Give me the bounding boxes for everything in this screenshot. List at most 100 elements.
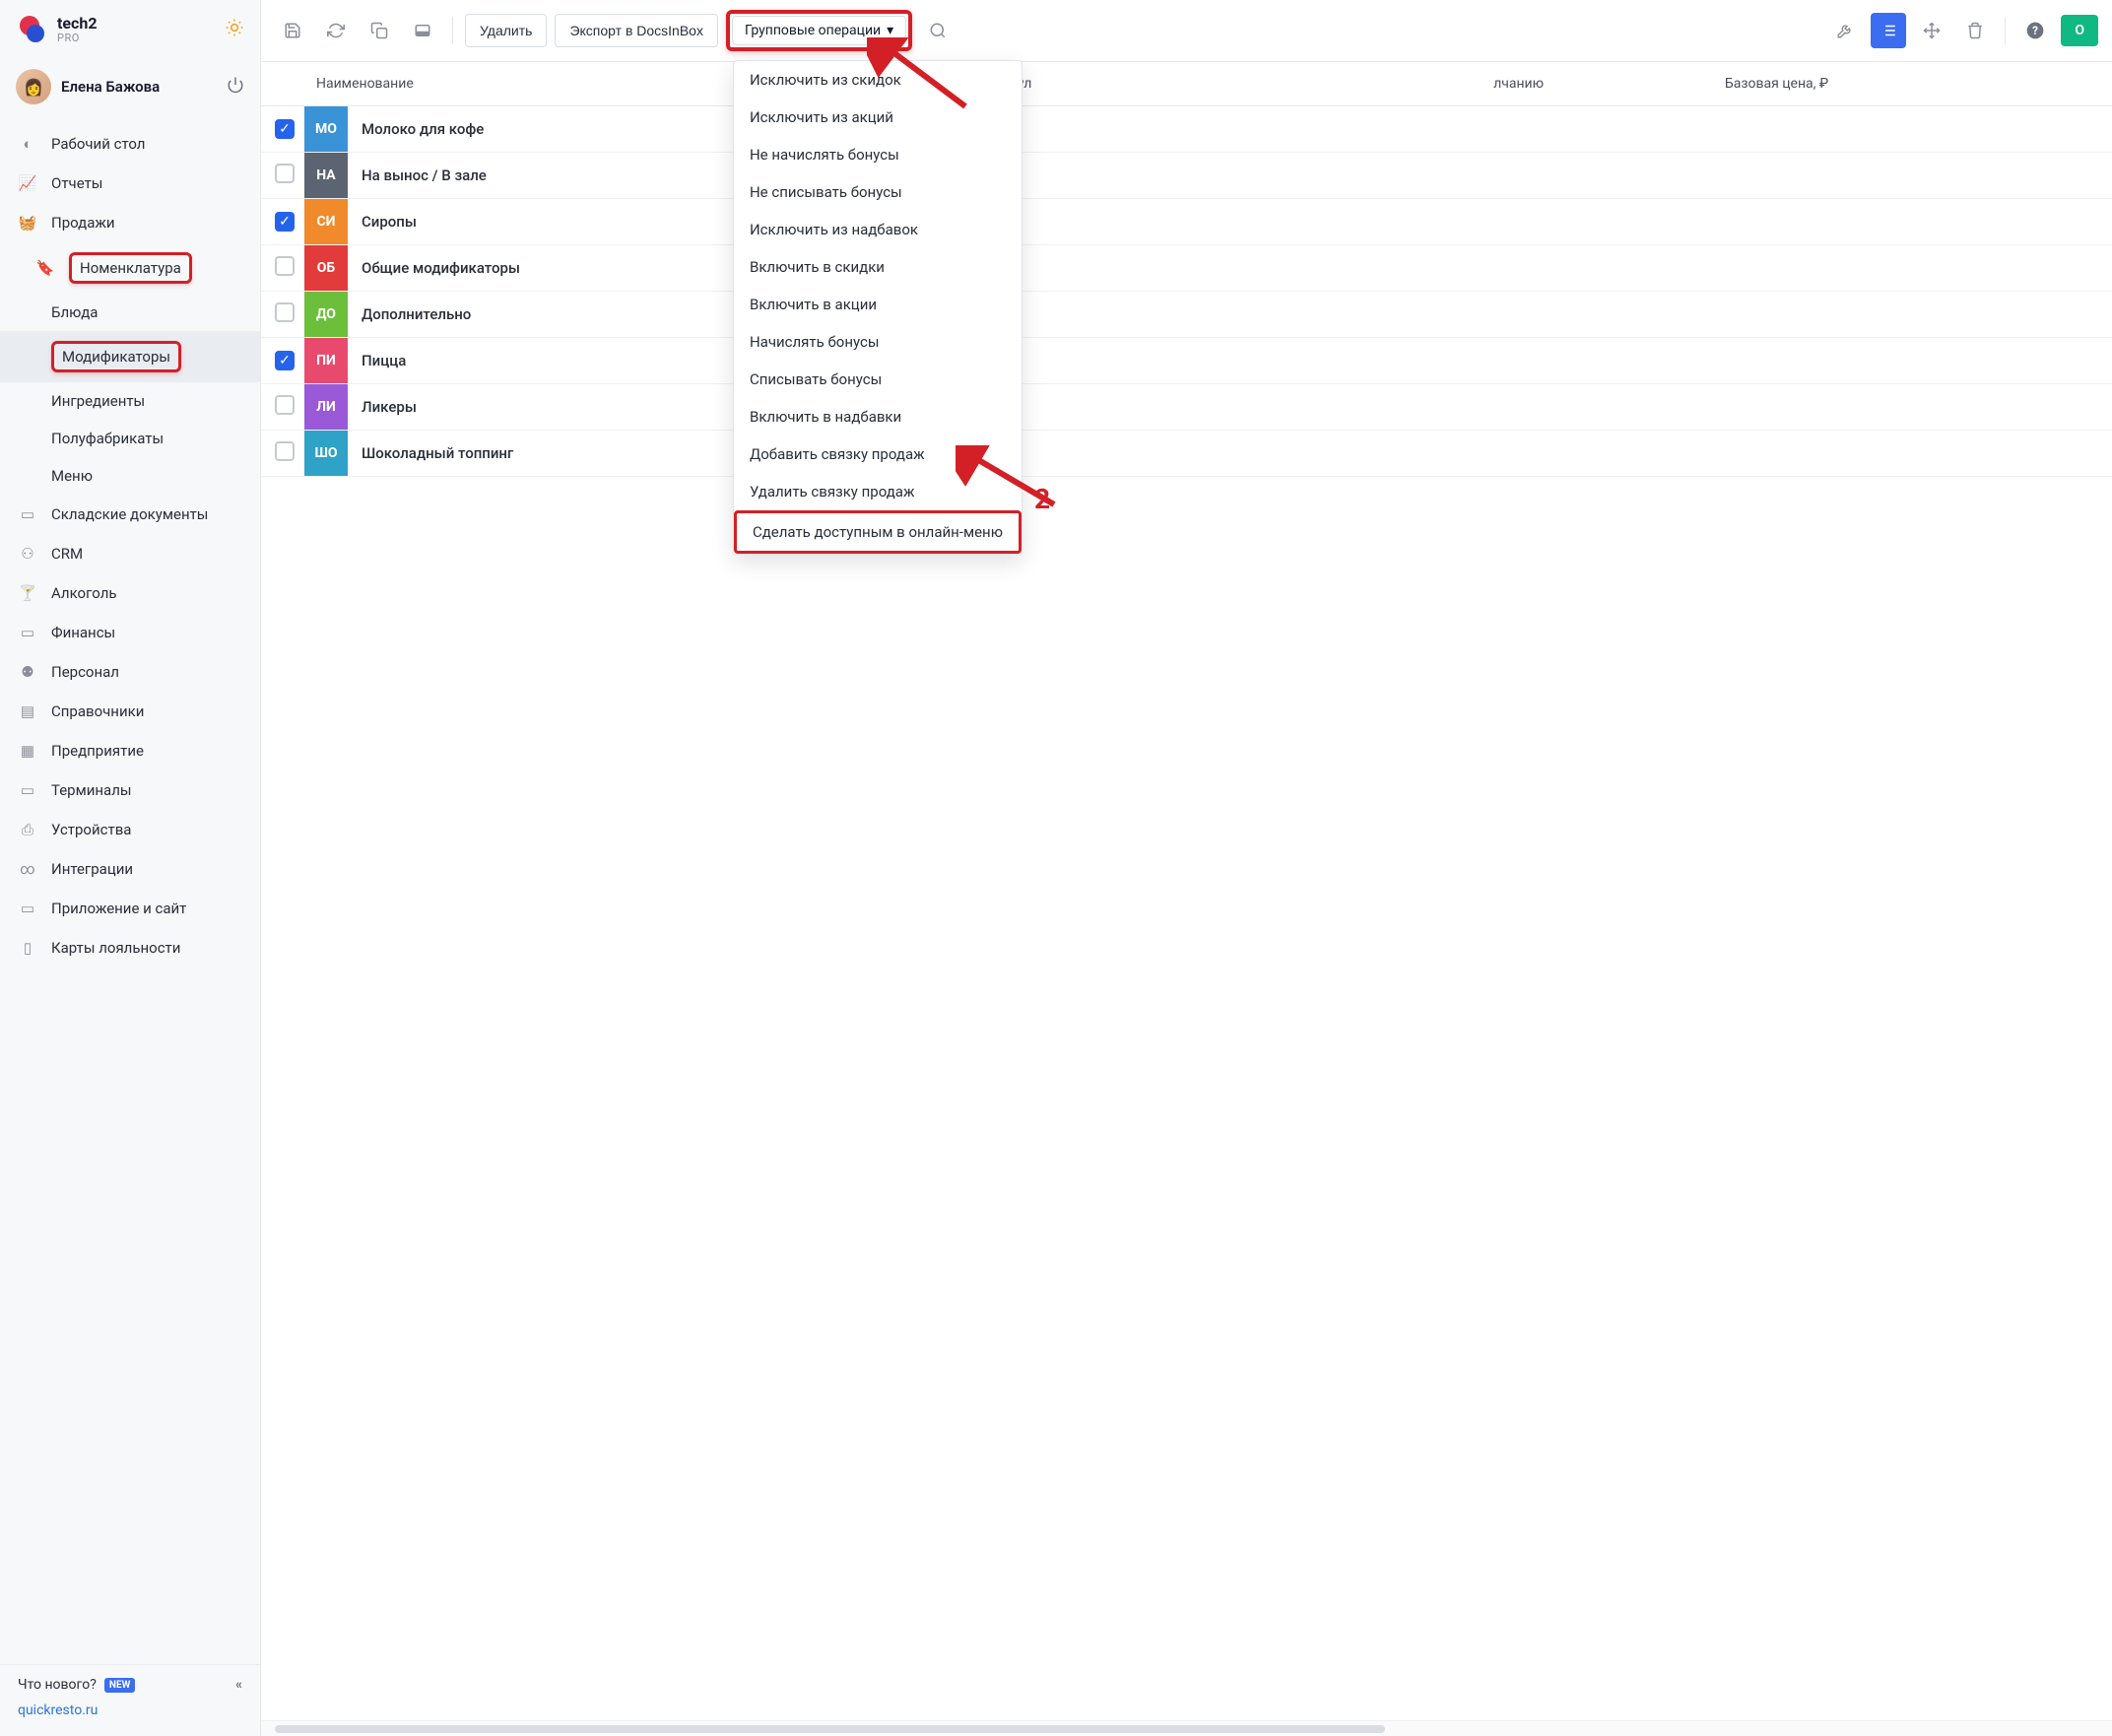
collapse-icon[interactable]: « bbox=[235, 1677, 242, 1693]
row-tag: ПИ bbox=[304, 338, 348, 383]
loyalty-icon: ▯ bbox=[18, 938, 37, 958]
sidebar-item-reports[interactable]: 📈Отчеты bbox=[0, 164, 260, 203]
copy-icon[interactable] bbox=[362, 13, 397, 48]
brand-name: tech2 bbox=[57, 15, 98, 33]
row-checkbox[interactable] bbox=[275, 441, 295, 461]
dd-remove-bundle[interactable]: Удалить связку продаж bbox=[734, 473, 1022, 510]
table-row[interactable]: ✓ СИ Сиропы⌄ bbox=[261, 199, 2112, 245]
sidebar-item-ingredients[interactable]: Ингредиенты bbox=[0, 382, 260, 420]
sidebar-item-refs[interactable]: ▤Справочники bbox=[0, 692, 260, 731]
dd-exclude-markups[interactable]: Исключить из надбавок bbox=[734, 211, 1022, 248]
sidebar-item-integrations[interactable]: ∞Интеграции bbox=[0, 849, 260, 889]
sidebar-item-alcohol[interactable]: 🍸Алкоголь bbox=[0, 573, 260, 613]
dd-add-bundle[interactable]: Добавить связку продаж bbox=[734, 435, 1022, 473]
sidebar-item-loyalty[interactable]: ▯Карты лояльности bbox=[0, 928, 260, 968]
help-icon[interactable]: ? bbox=[2017, 13, 2053, 48]
footer-link[interactable]: quickresto.ru bbox=[18, 1703, 242, 1718]
card-icon: ▭ bbox=[18, 623, 37, 642]
row-checkbox[interactable]: ✓ bbox=[275, 212, 295, 232]
sidebar-item-dishes[interactable]: Блюда bbox=[0, 294, 260, 331]
dd-exclude-discounts[interactable]: Исключить из скидок bbox=[734, 61, 1022, 99]
sidebar: tech2 PRO 👩 Елена Бажова ◐Рабочий стол 📈… bbox=[0, 0, 261, 1736]
printer-icon: ⎙ bbox=[18, 820, 37, 839]
dd-no-bonus-spend[interactable]: Не списывать бонусы bbox=[734, 173, 1022, 211]
row-name: Дополнительно bbox=[362, 305, 471, 323]
sidebar-item-crm[interactable]: ⚇CRM bbox=[0, 534, 260, 573]
sidebar-item-app[interactable]: ▭Приложение и сайт bbox=[0, 889, 260, 928]
glass-icon: 🍸 bbox=[18, 583, 37, 603]
th-price[interactable]: Базовая цена, ₽ bbox=[1713, 62, 2112, 106]
search-icon[interactable] bbox=[920, 13, 956, 48]
row-name: Сиропы bbox=[362, 213, 417, 231]
sidebar-item-modifiers[interactable]: Модификаторы bbox=[0, 331, 260, 382]
sidebar-item-terminals[interactable]: ▭Терминалы bbox=[0, 770, 260, 810]
row-tag: МО bbox=[304, 106, 348, 152]
tag-icon: 🔖 bbox=[35, 258, 55, 278]
avatar[interactable]: 👩 bbox=[16, 69, 51, 104]
row-tag: НА bbox=[304, 153, 348, 198]
dd-include-discounts[interactable]: Включить в скидки bbox=[734, 248, 1022, 286]
sidebar-item-devices[interactable]: ⎙Устройства bbox=[0, 810, 260, 849]
sidebar-item-company[interactable]: ▦Предприятие bbox=[0, 731, 260, 770]
main: Удалить Экспорт в DocsInBox Групповые оп… bbox=[261, 0, 2112, 1736]
whats-new[interactable]: Что нового? NEW « bbox=[18, 1677, 242, 1693]
modifiers-table: Наименование Артикул лчанию Базовая цена… bbox=[261, 62, 2112, 477]
list-view-icon[interactable] bbox=[1871, 13, 1906, 48]
sidebar-item-stock[interactable]: ▭Складские документы bbox=[0, 495, 260, 534]
export-button[interactable]: Экспорт в DocsInBox bbox=[555, 14, 718, 47]
toolbar: Удалить Экспорт в DocsInBox Групповые оп… bbox=[261, 0, 2112, 62]
row-tag: ШО bbox=[304, 431, 348, 476]
move-icon[interactable] bbox=[1914, 13, 1949, 48]
dd-bonus-spend[interactable]: Списывать бонусы bbox=[734, 361, 1022, 398]
row-checkbox[interactable] bbox=[275, 395, 295, 415]
table-row[interactable]: ОБ Общие модификаторы⌄ bbox=[261, 245, 2112, 292]
table-row[interactable]: ЛИ Ликеры⌄ bbox=[261, 384, 2112, 431]
dd-exclude-promos[interactable]: Исключить из акций bbox=[734, 99, 1022, 136]
th-default[interactable]: лчанию bbox=[1482, 62, 1713, 106]
refresh-icon[interactable] bbox=[318, 13, 354, 48]
delete-button[interactable]: Удалить bbox=[465, 14, 547, 47]
row-checkbox[interactable]: ✓ bbox=[275, 119, 295, 139]
sidebar-item-finance[interactable]: ▭Финансы bbox=[0, 613, 260, 652]
app-icon: ▭ bbox=[18, 899, 37, 918]
dd-no-bonus-accrue[interactable]: Не начислять бонусы bbox=[734, 136, 1022, 173]
table-row[interactable]: ✓ ПИ Пицца⌄ bbox=[261, 338, 2112, 384]
new-badge: NEW bbox=[104, 1678, 135, 1693]
power-icon[interactable] bbox=[227, 76, 244, 98]
inbox-icon[interactable] bbox=[405, 13, 440, 48]
sidebar-item-dashboard[interactable]: ◐Рабочий стол bbox=[0, 124, 260, 164]
row-tag: ДО bbox=[304, 292, 348, 337]
sidebar-item-staff[interactable]: ⚉Персонал bbox=[0, 652, 260, 692]
table-row[interactable]: ШО Шоколадный топпинг⌄ bbox=[261, 431, 2112, 477]
row-checkbox[interactable] bbox=[275, 302, 295, 322]
table-row[interactable]: ДО Дополнительно⌄ bbox=[261, 292, 2112, 338]
dd-include-markups[interactable]: Включить в надбавки bbox=[734, 398, 1022, 435]
sidebar-footer: Что нового? NEW « quickresto.ru bbox=[0, 1664, 260, 1736]
gauge-icon: ◐ bbox=[18, 134, 37, 154]
group-operations-button[interactable]: Групповые операции ▾ Исключить из скидок… bbox=[732, 16, 906, 45]
green-button[interactable]: О bbox=[2061, 15, 2098, 46]
row-checkbox[interactable] bbox=[275, 164, 295, 183]
basket-icon: 🧺 bbox=[18, 213, 37, 233]
save-icon[interactable] bbox=[275, 13, 310, 48]
sidebar-item-sales[interactable]: 🧺Продажи bbox=[0, 203, 260, 242]
sidebar-item-menu[interactable]: Меню bbox=[0, 457, 260, 495]
link-icon: ∞ bbox=[18, 859, 37, 879]
trash-icon[interactable] bbox=[1957, 13, 1993, 48]
table-row[interactable]: ✓ МО Молоко для кофе⌄ bbox=[261, 106, 2112, 153]
dd-include-promos[interactable]: Включить в акции bbox=[734, 286, 1022, 323]
table-row[interactable]: НА На вынос / В зале⌄ bbox=[261, 153, 2112, 199]
annotation-2: 2 bbox=[1034, 483, 1050, 515]
users-icon: ⚉ bbox=[18, 662, 37, 682]
dd-online-menu[interactable]: Сделать доступным в онлайн-меню bbox=[734, 510, 1022, 554]
sidebar-item-nomenclature[interactable]: 🔖Номенклатура bbox=[0, 242, 260, 294]
row-checkbox[interactable]: ✓ bbox=[275, 351, 295, 370]
sidebar-item-semifinished[interactable]: Полуфабрикаты bbox=[0, 420, 260, 457]
table-container: Наименование Артикул лчанию Базовая цена… bbox=[261, 62, 2112, 1720]
theme-toggle-icon[interactable] bbox=[225, 18, 244, 41]
horizontal-scrollbar[interactable] bbox=[261, 1720, 2112, 1736]
user-name: Елена Бажова bbox=[61, 78, 160, 96]
row-checkbox[interactable] bbox=[275, 256, 295, 276]
dd-bonus-accrue[interactable]: Начислять бонусы bbox=[734, 323, 1022, 361]
tools-icon[interactable] bbox=[1827, 13, 1863, 48]
